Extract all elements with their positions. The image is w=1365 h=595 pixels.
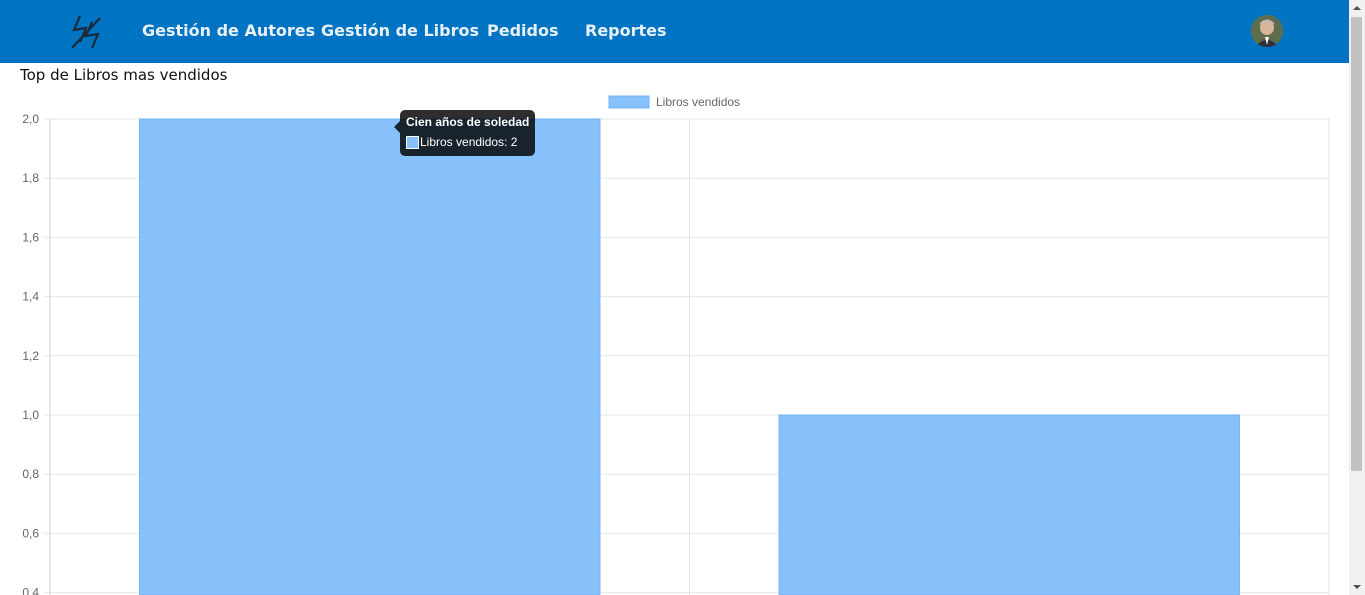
avatar-icon xyxy=(1251,15,1283,47)
bar xyxy=(139,118,601,595)
y-tick-label: 0,6 xyxy=(22,526,39,540)
top-navbar: Gestión de Autores Gestión de Libros Ped… xyxy=(0,0,1349,63)
nav-pedidos[interactable]: Pedidos xyxy=(487,21,558,40)
legend-label: Libros vendidos xyxy=(656,95,740,109)
nav-gestion-autores[interactable]: Gestión de Autores xyxy=(142,21,315,40)
bar-chart: 2,0 1,8 1,6 1,4 1,2 1,0 0,8 0,6 0,4 Libros vendi… xyxy=(22,95,1330,595)
y-tick-label: 1,4 xyxy=(22,290,39,304)
scrollbar-thumb[interactable] xyxy=(1351,17,1362,471)
scroll-up-arrow-icon[interactable] xyxy=(1349,0,1365,16)
scroll-down-arrow-icon[interactable] xyxy=(1349,579,1365,595)
tooltip-color-swatch xyxy=(406,136,419,149)
vertical-scrollbar[interactable] xyxy=(1349,0,1365,595)
nav-reportes[interactable]: Reportes xyxy=(585,21,667,40)
y-tick-label: 1,0 xyxy=(22,408,39,422)
y-tick-label: 1,6 xyxy=(22,230,39,244)
legend-swatch xyxy=(608,95,650,109)
bar xyxy=(778,414,1240,595)
y-tick-label: 0,8 xyxy=(22,467,39,481)
tooltip-caret xyxy=(394,121,400,133)
y-tick-label: 2,0 xyxy=(22,112,39,126)
logo-icon[interactable] xyxy=(66,12,106,52)
nav-gestion-libros[interactable]: Gestión de Libros xyxy=(321,21,479,40)
y-tick-label: 1,8 xyxy=(22,171,39,185)
tooltip-title: Cien años de soledad xyxy=(406,115,530,129)
y-tick-label: 0,4 xyxy=(22,586,39,595)
chart-tooltip: Cien años de soledad Libros vendidos: 2 xyxy=(394,110,535,156)
user-avatar[interactable] xyxy=(1251,15,1283,47)
y-tick-label: 1,2 xyxy=(22,349,39,363)
tooltip-body: Libros vendidos: 2 xyxy=(420,135,518,149)
